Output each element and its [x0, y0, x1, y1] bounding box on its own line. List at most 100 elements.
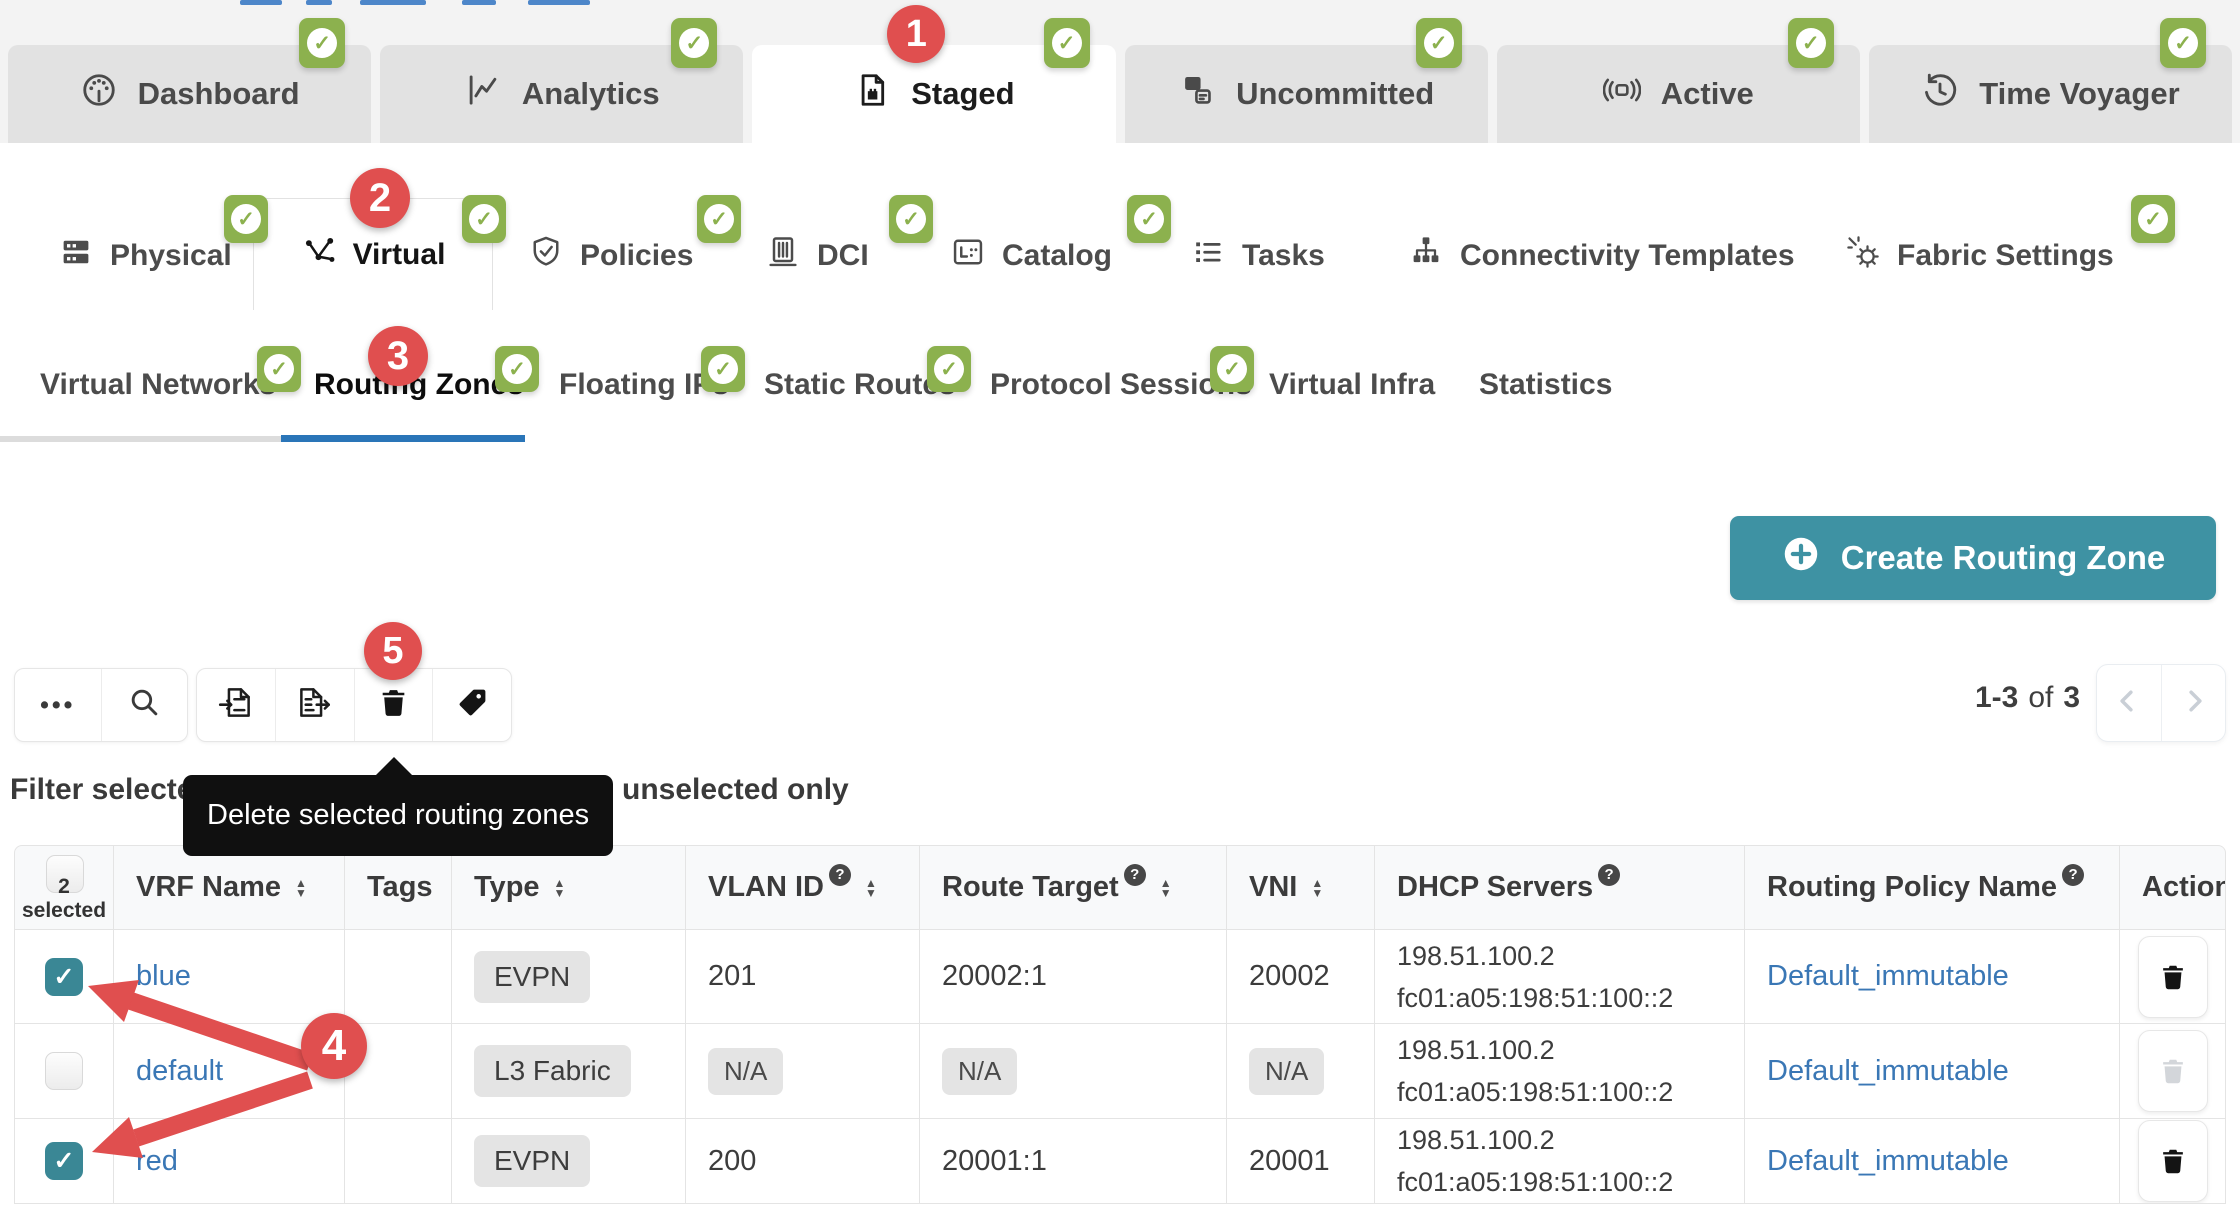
col-header-vrf-name[interactable]: VRF Name▲▼: [114, 845, 345, 930]
col-label: Routing Policy Name: [1767, 871, 2057, 904]
more-actions-button[interactable]: •••: [15, 669, 101, 741]
routing-policy-link[interactable]: Default_immutable: [1767, 1055, 2009, 1087]
tab-virtual-infra[interactable]: Virtual Infra: [1269, 352, 1435, 418]
tab-label: Fabric Settings: [1897, 239, 2114, 273]
tab-fabric-settings[interactable]: Fabric Settings: [1845, 203, 2114, 308]
tab-label: Physical: [110, 239, 232, 273]
row-checkbox-checked[interactable]: ✓: [45, 1142, 83, 1180]
delete-row-button[interactable]: [2138, 1120, 2208, 1202]
pagination-total: 3: [2063, 681, 2080, 714]
hierarchy-icon: [1408, 234, 1444, 278]
gauge-icon: [80, 71, 118, 117]
tab-staged[interactable]: Staged ✓ 1: [752, 45, 1115, 143]
col-header-type[interactable]: Type▲▼: [452, 845, 686, 930]
check-icon: ✓: [231, 204, 261, 234]
check-icon: ✓: [54, 1146, 75, 1176]
col-header-route-target[interactable]: Route Target?▲▼: [920, 845, 1227, 930]
check-icon: ✓: [1217, 354, 1247, 384]
line-chart-icon: [464, 71, 502, 117]
active-tab-indicator: [281, 435, 525, 442]
vlan-id-value: 201: [708, 960, 756, 992]
tab-uncommitted[interactable]: Uncommitted ✓: [1125, 45, 1488, 143]
check-badge: ✓: [927, 346, 971, 392]
col-header-routing-policy: Routing Policy Name?: [1745, 845, 2120, 930]
check-icon: ✓: [704, 204, 734, 234]
create-routing-zone-button[interactable]: Create Routing Zone: [1730, 516, 2216, 600]
tab-policies[interactable]: Policies: [528, 203, 693, 308]
tab-catalog[interactable]: Catalog: [950, 203, 1112, 308]
tab-label: Dashboard: [138, 76, 300, 112]
tab-time-voyager[interactable]: Time Voyager ✓: [1869, 45, 2232, 143]
tab-label: Virtual Networks: [40, 368, 276, 402]
committed-check-badge: ✓: [299, 18, 345, 68]
tab-connectivity-templates[interactable]: Connectivity Templates: [1408, 203, 1795, 308]
search-button[interactable]: [101, 669, 188, 741]
routing-policy-link[interactable]: Default_immutable: [1767, 1145, 2009, 1177]
dhcp-servers-cell: 198.51.100.2fc01:a05:198:51:100::2: [1375, 1119, 1745, 1204]
import-routing-zones-button[interactable]: [197, 669, 275, 741]
table-row-blue: ✓ blue EVPN 201 20002:1 20002 198.51.100…: [14, 930, 2226, 1024]
route-target-value: 20001:1: [942, 1145, 1047, 1177]
uncommitted-icon: [1178, 71, 1216, 117]
committed-check-badge: ✓: [2160, 18, 2206, 68]
routing-policy-link[interactable]: Default_immutable: [1767, 960, 2009, 992]
tab-dashboard[interactable]: Dashboard ✓: [8, 45, 371, 143]
tab-statistics[interactable]: Statistics: [1479, 352, 1612, 418]
tab-physical[interactable]: Physical: [58, 203, 232, 308]
col-header-vlan-id[interactable]: VLAN ID?▲▼: [686, 845, 920, 930]
chevron-left-icon: [2114, 686, 2144, 721]
select-all-header[interactable]: 2 selected: [14, 845, 114, 930]
col-header-vni[interactable]: VNI▲▼: [1227, 845, 1375, 930]
vrf-link[interactable]: default: [136, 1055, 223, 1087]
actions-cell: [2120, 1119, 2226, 1204]
type-badge: L3 Fabric: [474, 1045, 631, 1097]
delete-row-button-disabled: [2138, 1030, 2208, 1112]
check-badge: ✓: [1210, 346, 1254, 392]
tags-cell: [345, 1119, 452, 1204]
export-routing-zones-button[interactable]: [275, 669, 354, 741]
tab-label: Connectivity Templates: [1460, 239, 1795, 273]
col-label: Type: [474, 871, 540, 904]
tooltip-caret: [375, 757, 413, 776]
history-icon: [1921, 71, 1959, 117]
col-label: DHCP Servers: [1397, 871, 1593, 904]
col-header-actions: Actions: [2120, 845, 2226, 930]
pagination-range: 1-3of3: [1975, 681, 2080, 715]
sort-icon: ▲▼: [1160, 878, 1172, 898]
tab-label: Virtual Infra: [1269, 368, 1435, 402]
tab-analytics[interactable]: Analytics ✓: [380, 45, 743, 143]
chevron-right-icon: [2178, 686, 2208, 721]
check-badge: ✓: [1127, 195, 1171, 243]
actions-cell: [2120, 1024, 2226, 1119]
selection-count: 2 selected: [15, 875, 113, 923]
button-label: Create Routing Zone: [1841, 539, 2166, 577]
toolbar-left-group: •••: [14, 668, 188, 742]
filter-option-unselected-only[interactable]: unselected only: [622, 773, 849, 807]
tab-dci[interactable]: DCI: [765, 203, 869, 308]
check-icon: ✓: [54, 962, 75, 992]
import-icon: [218, 685, 253, 725]
tab-tasks[interactable]: Tasks: [1190, 203, 1325, 308]
next-page-button[interactable]: [2161, 665, 2226, 741]
vni-na-badge: N/A: [1249, 1048, 1324, 1095]
delete-row-button[interactable]: [2138, 936, 2208, 1018]
check-icon: ✓: [264, 354, 294, 384]
tab-label: Analytics: [522, 76, 660, 112]
check-badge: ✓: [701, 346, 745, 392]
previous-page-button[interactable]: [2097, 665, 2161, 741]
tab-active[interactable]: Active ✓: [1497, 45, 1860, 143]
apstra-blueprint-page: Dashboard ✓ Analytics ✓ Staged ✓ 1 Uncom…: [0, 0, 2240, 1206]
data-center-icon: [765, 234, 801, 278]
server-rack-icon: [58, 234, 94, 278]
vrf-link[interactable]: red: [136, 1145, 178, 1177]
tag-selected-button[interactable]: [432, 669, 511, 741]
delete-tooltip: Delete selected routing zones: [183, 775, 613, 856]
step-4-annotation: 4: [301, 1013, 367, 1079]
sort-icon: ▲▼: [865, 878, 877, 898]
vrf-link[interactable]: blue: [136, 960, 191, 992]
check-badge: ✓: [224, 195, 268, 243]
row-checkbox-unchecked[interactable]: [45, 1052, 83, 1090]
row-checkbox-checked[interactable]: ✓: [45, 958, 83, 996]
tab-virtual-networks[interactable]: Virtual Networks: [40, 352, 276, 418]
check-icon: ✓: [1134, 204, 1164, 234]
